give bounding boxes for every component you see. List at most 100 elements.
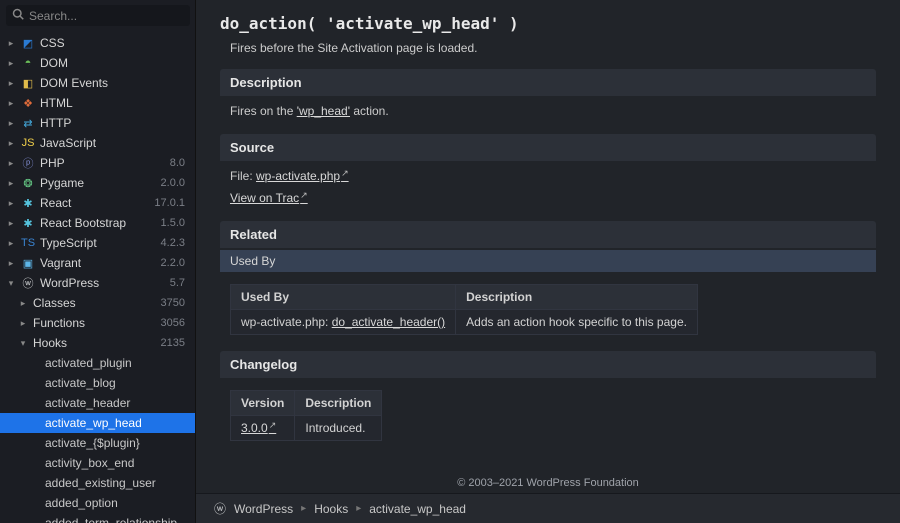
ts-icon: TS [21,236,35,250]
file-label: File: [230,169,256,183]
usedby-fn-link[interactable]: do_activate_header() [332,315,445,329]
changelog-version-link[interactable]: 3.0.0 [241,421,275,435]
view-on-trac-link[interactable]: View on Trac [230,191,307,205]
table-row: wp-activate.php: do_activate_header() Ad… [231,310,698,335]
sidebar-item-wordpress[interactable]: ▾ⓦWordPress5.7 [0,273,195,293]
sidebar-item-react[interactable]: ▸✱React17.0.1 [0,193,195,213]
sidebar-item-label: activate_{$plugin} [45,436,185,450]
sidebar-item-css[interactable]: ▸◩CSS [0,33,195,53]
sidebar-item-label: Hooks [33,336,156,350]
desc-prefix: Fires on the [230,104,297,118]
sidebar-item-badge: 3750 [161,297,185,309]
breadcrumb-item[interactable]: Hooks [314,502,348,516]
react-icon: ✱ [21,196,35,210]
changelog-th-1: Description [295,391,382,416]
changelog-body: Version Description 3.0.0 Introduced. [220,378,876,451]
sidebar-item-pygame[interactable]: ▸ ❂ Pygame 2.0.0 [0,173,195,193]
sidebar-item-typescript[interactable]: ▸ TS TypeScript 4.2.3 [0,233,195,253]
usedby-desc: Adds an action hook specific to this pag… [456,310,698,335]
caret-icon: ▸ [6,118,16,129]
sidebar-item-badge: 4.2.3 [161,237,185,249]
desc-wp-head-link[interactable]: 'wp_head' [297,104,350,118]
sidebar-tree: ▸◩CSS▸◓DOM▸◧DOM Events▸❖HTML▸⇄HTTP▸JSJav… [0,32,195,523]
caret-icon: ▸ [6,238,16,249]
sidebar-item-hook[interactable]: activate_wp_head [0,413,195,433]
page-summary: Fires before the Site Activation page is… [230,41,876,55]
sidebar-item-hook[interactable]: activate_header [0,393,195,413]
content: do_action( 'activate_wp_head' ) Fires be… [196,0,900,523]
de-icon: ◧ [21,76,35,90]
caret-icon: ▸ [18,318,28,329]
caret-icon: ▸ [6,138,16,149]
chevron-right-icon: ▸ [301,503,306,514]
section-related-head: Related [220,221,876,248]
sidebar-item-badge: 1.5.0 [161,217,185,229]
caret-icon: ▸ [6,58,16,69]
usedby-th-0: Used By [231,285,456,310]
sidebar-item-label: added_option [45,496,185,510]
sidebar-item-hooks[interactable]: ▾ Hooks 2135 [0,333,195,353]
section-source-head: Source [220,134,876,161]
caret-icon: ▸ [6,38,16,49]
sidebar-item-badge: 2.0.0 [161,177,185,189]
php-icon: ⓟ [21,156,35,170]
http-icon: ⇄ [21,116,35,130]
table-row: 3.0.0 Introduced. [231,416,382,441]
sidebar-item-label: activate_header [45,396,185,410]
sidebar-item-label: activate_wp_head [45,416,185,430]
sidebar-item-label: DOM Events [40,76,185,90]
sidebar-item-hook[interactable]: added_option [0,493,195,513]
sidebar-item-javascript[interactable]: ▸JSJavaScript [0,133,195,153]
caret-icon: ▾ [18,338,28,349]
sidebar-item-php[interactable]: ▸ ⓟ PHP 8.0 [0,153,195,173]
sidebar-item-badge: 2.2.0 [161,257,185,269]
sidebar-item-label: PHP [40,156,165,170]
sidebar-item-label: HTTP [40,116,185,130]
sidebar-item-dom-events[interactable]: ▸◧DOM Events [0,73,195,93]
desc-suffix: action. [350,104,389,118]
page-title: do_action( 'activate_wp_head' ) [220,14,876,33]
changelog-th-0: Version [231,391,295,416]
sidebar-item-hook[interactable]: activity_box_end [0,453,195,473]
sidebar-item-vagrant[interactable]: ▸▣Vagrant2.2.0 [0,253,195,273]
sidebar-item-label: Pygame [40,176,156,190]
css-icon: ◩ [21,36,35,50]
sidebar-item-dom[interactable]: ▸◓DOM [0,53,195,73]
sidebar-item-react-bootstrap[interactable]: ▸✱React Bootstrap1.5.0 [0,213,195,233]
sidebar-item-label: Functions [33,316,156,330]
search-input[interactable] [29,9,184,23]
sidebar-item-badge: 2135 [161,337,185,349]
sidebar-item-hook[interactable]: added_existing_user [0,473,195,493]
section-changelog-head: Changelog [220,351,876,378]
sidebar-item-label: TypeScript [40,236,156,250]
sidebar-item-http[interactable]: ▸ ⇄ HTTP [0,113,195,133]
sidebar-item-functions[interactable]: ▸Functions3056 [0,313,195,333]
sidebar-item-label: Classes [33,296,156,310]
chevron-right-icon: ▸ [356,503,361,514]
sidebar-item-label: activity_box_end [45,456,185,470]
caret-icon: ▸ [6,178,16,189]
breadcrumb-item[interactable]: activate_wp_head [369,502,466,516]
usedby-table: Used By Description wp-activate.php: do_… [230,284,698,335]
sidebar-item-badge: 17.0.1 [154,197,185,209]
caret-icon: ▸ [6,98,16,109]
sidebar-item-hook[interactable]: added_term_relationship [0,513,195,523]
react-icon: ✱ [21,216,35,230]
sidebar-item-hook[interactable]: activate_{$plugin} [0,433,195,453]
sidebar-item-hook[interactable]: activate_blog [0,373,195,393]
sidebar-item-badge: 5.7 [170,277,185,289]
sidebar-item-hook[interactable]: activated_plugin [0,353,195,373]
caret-icon: ▸ [6,158,16,169]
breadcrumb: ⓦ WordPress ▸ Hooks ▸ activate_wp_head [196,493,900,523]
search-icon [12,8,24,23]
source-file-link[interactable]: wp-activate.php [256,169,348,183]
sidebar-item-html[interactable]: ▸❖HTML [0,93,195,113]
py-icon: ❂ [21,176,35,190]
caret-icon: ▾ [6,278,16,289]
sidebar-item-badge: 8.0 [170,157,185,169]
breadcrumb-item[interactable]: WordPress [234,502,293,516]
sidebar-item-classes[interactable]: ▸Classes3750 [0,293,195,313]
wp-icon: ⓦ [21,276,35,290]
search-box[interactable] [6,5,190,26]
search-row: ⋮ [0,0,195,32]
